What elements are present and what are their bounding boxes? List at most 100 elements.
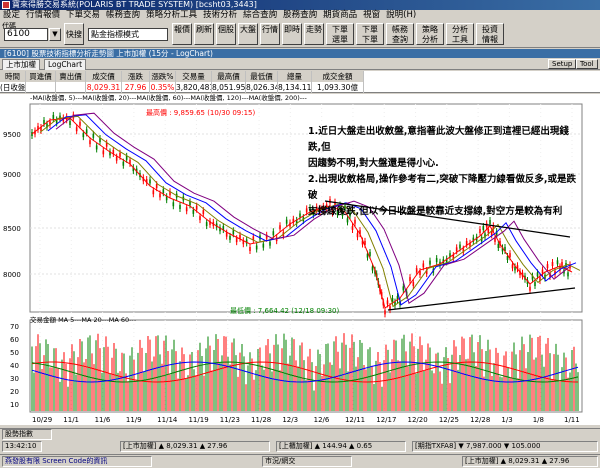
candle-body	[459, 244, 461, 249]
subwindow-title: [6100] 股票技術指標分析走勢圖 上市加權 (15分 - LogChart)	[0, 49, 600, 58]
toolbar-button-10[interactable]: 策略 分析	[416, 23, 444, 45]
x-tick-label: 12/20	[408, 416, 428, 424]
candle-body	[82, 133, 85, 138]
app-icon	[2, 1, 10, 9]
candle-body	[205, 222, 208, 227]
x-tick-label: 10/29	[32, 416, 52, 424]
candle-body	[487, 229, 490, 234]
candle-body	[369, 251, 371, 256]
window-titlebar: 寶來得勝交易系統(POLARIS BT TRADE SYSTEM) [bcsht…	[0, 0, 600, 10]
setup-button[interactable]: Setup	[548, 59, 577, 69]
tab-row: 上市加權 LogChart Setup Tool	[0, 58, 600, 70]
menu-item-4[interactable]: 策略分析工具	[143, 10, 200, 21]
x-tick-label: 11/1	[63, 416, 79, 424]
x-tick-label: 1/3	[501, 416, 512, 424]
toolbar-button-3[interactable]: 大盤	[238, 23, 258, 45]
code-dropdown-button[interactable]: ▼	[49, 28, 61, 41]
quote-value-6: 3,820,481	[176, 82, 212, 93]
toolbar: 代碼 6100 ▼ 快搜 點金指標模式 報價 刷新 個股 大盤 行情 即時 走勢 下單 選單下…	[0, 21, 600, 48]
candle-body	[285, 219, 288, 224]
volume-tick-label: 70	[10, 323, 19, 331]
status-futures: [期指TXFA8] ▼ 7,987.000 ▼ 105.000	[412, 441, 598, 452]
volume-tick-label: 50	[10, 349, 19, 357]
candle-body	[95, 145, 98, 150]
quote-header-1: 買進價	[26, 71, 56, 82]
candle-body	[52, 114, 55, 119]
quote-value-2	[56, 82, 86, 93]
quote-header-5: 漲跌%	[150, 71, 176, 82]
toolbar-button-5[interactable]: 即時	[282, 23, 302, 45]
toolbar-button-8[interactable]: 下單 下單	[356, 23, 384, 45]
candle-body	[412, 281, 415, 286]
quote-value-9: 8,134.11	[278, 82, 312, 93]
price-tick-label: 9000	[3, 171, 21, 179]
menu-item-8[interactable]: 期貨商品	[320, 10, 360, 21]
candle-body	[179, 204, 181, 209]
status-row-2: 13:42:10 [上市加權] ▲ 8,029.31 ▲ 27.96 [上櫃加權…	[0, 440, 600, 454]
candle-body	[567, 272, 569, 277]
toolbar-button-7[interactable]: 下單 選單	[326, 23, 354, 45]
candle-body	[189, 201, 191, 206]
menu-item-2[interactable]: 下單交易	[63, 10, 103, 21]
candle-body	[155, 184, 158, 189]
analysis-annotation: 1.近日大盤走出收斂盤,意指著此波大盤修正到這裡已經出現錢跌,但 因趨勢不明,對…	[308, 124, 578, 220]
quote-value-7: 8,051.95	[212, 82, 246, 93]
candle-body	[509, 253, 511, 258]
quote-value-8: 8,026.34	[246, 82, 278, 93]
toolbar-button-1[interactable]: 刷新	[194, 23, 214, 45]
quote-header-2: 賣出價	[56, 71, 86, 82]
candle-body	[402, 286, 405, 291]
quote-header-9: 總量	[278, 71, 312, 82]
menu-item-0[interactable]: 設定	[0, 10, 23, 21]
quote-header-0: 時間	[0, 71, 26, 82]
candle-body	[429, 260, 431, 265]
volume-tick-label: 30	[10, 375, 19, 383]
price-tick-label: 8500	[3, 225, 21, 233]
quote-header-7: 最高價	[212, 71, 246, 82]
tool-button[interactable]: Tool	[576, 59, 598, 69]
toolbar-button-4[interactable]: 行情	[260, 23, 280, 45]
tab-logchart[interactable]: LogChart	[44, 59, 87, 70]
candle-body	[435, 258, 438, 263]
search-button[interactable]: 快搜	[64, 23, 84, 45]
menu-item-1[interactable]: 行情報價	[23, 10, 63, 21]
x-tick-label: 1/11	[564, 416, 580, 424]
candle-body	[351, 225, 354, 230]
quote-value-5: 0.35%	[150, 82, 176, 93]
candle-body	[235, 238, 238, 243]
menu-item-5[interactable]: 技術分析	[200, 10, 240, 21]
menu-item-7[interactable]: 股務查詢	[280, 10, 320, 21]
candle-body	[422, 263, 425, 268]
toolbar-button-6[interactable]: 走勢	[304, 23, 324, 45]
x-tick-label: 11/19	[188, 416, 208, 424]
menu-item-10[interactable]: 說明(H)	[383, 10, 419, 21]
candle-body	[356, 233, 359, 238]
toolbar-button-0[interactable]: 報價	[172, 23, 192, 45]
tab-index[interactable]: 上市加權	[2, 59, 40, 70]
x-tick-label: 11/6	[95, 416, 111, 424]
candle-body	[225, 232, 228, 237]
candle-body	[89, 140, 91, 145]
x-tick-label: 12/3	[282, 416, 298, 424]
candle-body	[69, 120, 71, 125]
candle-body	[482, 225, 485, 230]
menu-item-3[interactable]: 帳務查詢	[103, 10, 143, 21]
candle-body	[511, 264, 514, 269]
menu-item-9[interactable]: 視窗	[360, 10, 383, 21]
toolbar-button-9[interactable]: 帳務 查詢	[386, 23, 414, 45]
quote-header-6: 交易量	[176, 71, 212, 82]
candle-body	[79, 121, 81, 126]
candle-body	[272, 231, 275, 236]
x-tick-label: 12/11	[345, 416, 365, 424]
price-tick-label: 9500	[3, 131, 21, 139]
toolbar-button-12[interactable]: 投資 情報	[476, 23, 504, 45]
quote-header-3: 成交價	[86, 71, 122, 82]
candle-body	[43, 119, 45, 124]
mode-select[interactable]: 點金指標模式	[88, 28, 168, 41]
x-tick-label: 12/28	[470, 416, 490, 424]
code-input[interactable]: 6100	[4, 28, 48, 41]
toolbar-button-2[interactable]: 個股	[216, 23, 236, 45]
toolbar-button-11[interactable]: 分析 工具	[446, 23, 474, 45]
status-row-3: 燕發股有限 Screen Code的資訊 市況/網交 [上市加權] ▲ 8,02…	[0, 454, 600, 468]
menu-item-6[interactable]: 綜合查詢	[240, 10, 280, 21]
